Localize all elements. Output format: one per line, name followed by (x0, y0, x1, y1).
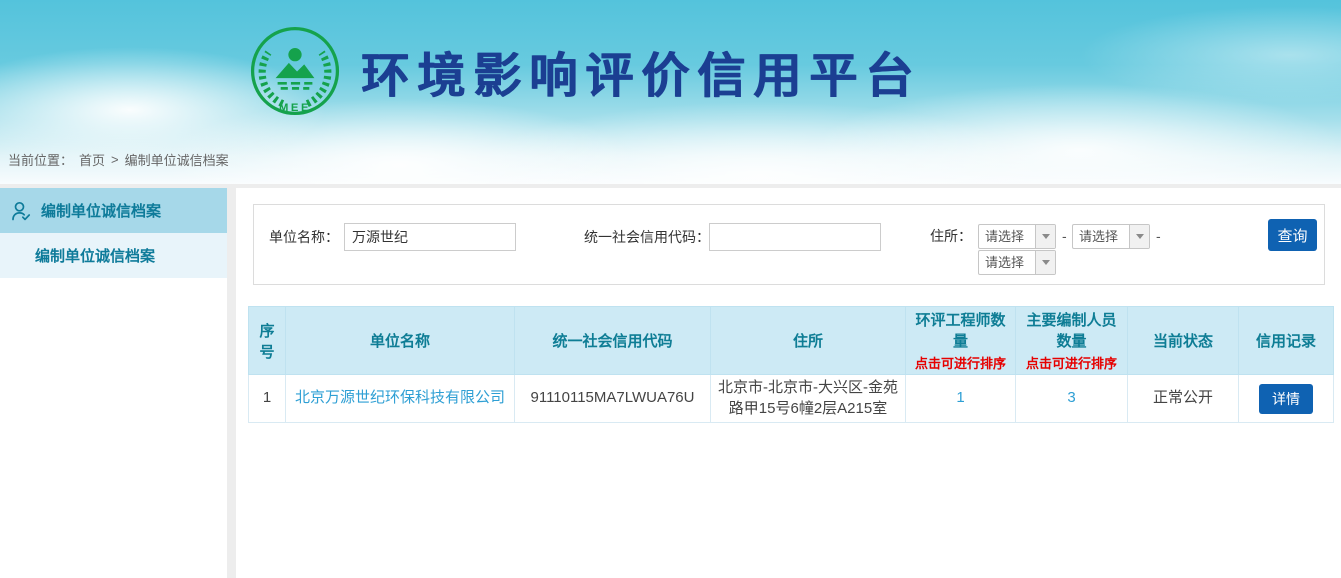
cell-address: 北京市-北京市-大兴区-金苑路甲15号6幢2层A215室 (711, 375, 906, 423)
province-select-value: 请选择 (979, 225, 1035, 248)
district-select[interactable]: 请选择 (978, 250, 1056, 275)
company-link[interactable]: 北京万源世纪环保科技有限公司 (295, 389, 505, 406)
result-table: 序号 单位名称 统一社会信用代码 住所 环评工程师数量 点击可进行排序 主要编制… (248, 306, 1334, 423)
chevron-down-icon[interactable] (1129, 225, 1149, 248)
city-select[interactable]: 请选择 (1072, 224, 1150, 249)
unit-name-input[interactable] (344, 223, 516, 251)
breadcrumb: 当前位置： 首页 > 编制单位诚信档案 (8, 150, 229, 169)
province-select[interactable]: 请选择 (978, 224, 1056, 249)
user-check-icon (10, 200, 32, 222)
sidebar-item-credit-archive[interactable]: 编制单位诚信档案 (0, 188, 227, 233)
col-credit-record: 信用记录 (1239, 307, 1334, 375)
address-dash-1: - (1062, 224, 1067, 249)
col-index: 序号 (249, 307, 286, 375)
chevron-down-icon[interactable] (1035, 251, 1055, 274)
col-engineer-count: 环评工程师数量 点击可进行排序 (906, 307, 1016, 375)
query-button[interactable]: 查询 (1268, 219, 1317, 251)
breadcrumb-home-link[interactable]: 首页 (79, 150, 105, 169)
table-header-row: 序号 单位名称 统一社会信用代码 住所 环评工程师数量 点击可进行排序 主要编制… (249, 307, 1334, 375)
col-credit-code: 统一社会信用代码 (515, 307, 711, 375)
credit-code-input[interactable] (709, 223, 881, 251)
brand: MEE 环境影响评价信用平台 (249, 25, 921, 117)
address-label: 住所： (930, 222, 972, 250)
district-select-value: 请选择 (979, 251, 1035, 274)
engineer-sort-hint[interactable]: 点击可进行排序 (910, 353, 1011, 372)
mee-logo-icon: MEE (249, 25, 341, 117)
unit-name-label: 单位名称： (269, 223, 339, 251)
sidebar: 编制单位诚信档案 编制单位诚信档案 (0, 188, 227, 578)
site-header: MEE 环境影响评价信用平台 当前位置： 首页 > 编制单位诚信档案 (0, 0, 1341, 184)
col-staff-count-label: 主要编制人员数量 (1026, 312, 1116, 350)
breadcrumb-current: 编制单位诚信档案 (125, 150, 229, 169)
cell-status: 正常公开 (1128, 375, 1239, 423)
cell-index: 1 (249, 375, 286, 423)
detail-button[interactable]: 详情 (1259, 384, 1313, 414)
col-engineer-count-label: 环评工程师数量 (915, 312, 1005, 350)
chevron-down-icon[interactable] (1035, 225, 1055, 248)
cell-credit-code: 91110115MA7LWUA76U (515, 375, 711, 423)
col-company: 单位名称 (286, 307, 515, 375)
sidebar-item-label: 编制单位诚信档案 (41, 200, 161, 221)
sidebar-subitem-label: 编制单位诚信档案 (35, 245, 155, 266)
page-title: 环境影响评价信用平台 (361, 36, 921, 106)
svg-text:MEE: MEE (279, 102, 311, 114)
col-status: 当前状态 (1128, 307, 1239, 375)
sidebar-subitem-credit-archive[interactable]: 编制单位诚信档案 (0, 233, 227, 278)
breadcrumb-separator: > (111, 152, 119, 167)
engineer-count-link[interactable]: 1 (956, 389, 964, 406)
col-address: 住所 (711, 307, 906, 375)
city-select-value: 请选择 (1073, 225, 1129, 248)
breadcrumb-label: 当前位置： (8, 150, 73, 169)
staff-sort-hint[interactable]: 点击可进行排序 (1020, 353, 1123, 372)
table-row: 1 北京万源世纪环保科技有限公司 91110115MA7LWUA76U 北京市-… (249, 375, 1334, 423)
credit-code-label: 统一社会信用代码： (584, 223, 710, 251)
main-content: 单位名称： 统一社会信用代码： 住所： 请选择 - 请选择 - 请选择 查询 序… (236, 188, 1341, 578)
staff-count-link[interactable]: 3 (1067, 389, 1075, 406)
col-staff-count: 主要编制人员数量 点击可进行排序 (1016, 307, 1128, 375)
search-form: 单位名称： 统一社会信用代码： 住所： 请选择 - 请选择 - 请选择 查询 (253, 204, 1325, 285)
address-dash-2: - (1156, 224, 1161, 249)
